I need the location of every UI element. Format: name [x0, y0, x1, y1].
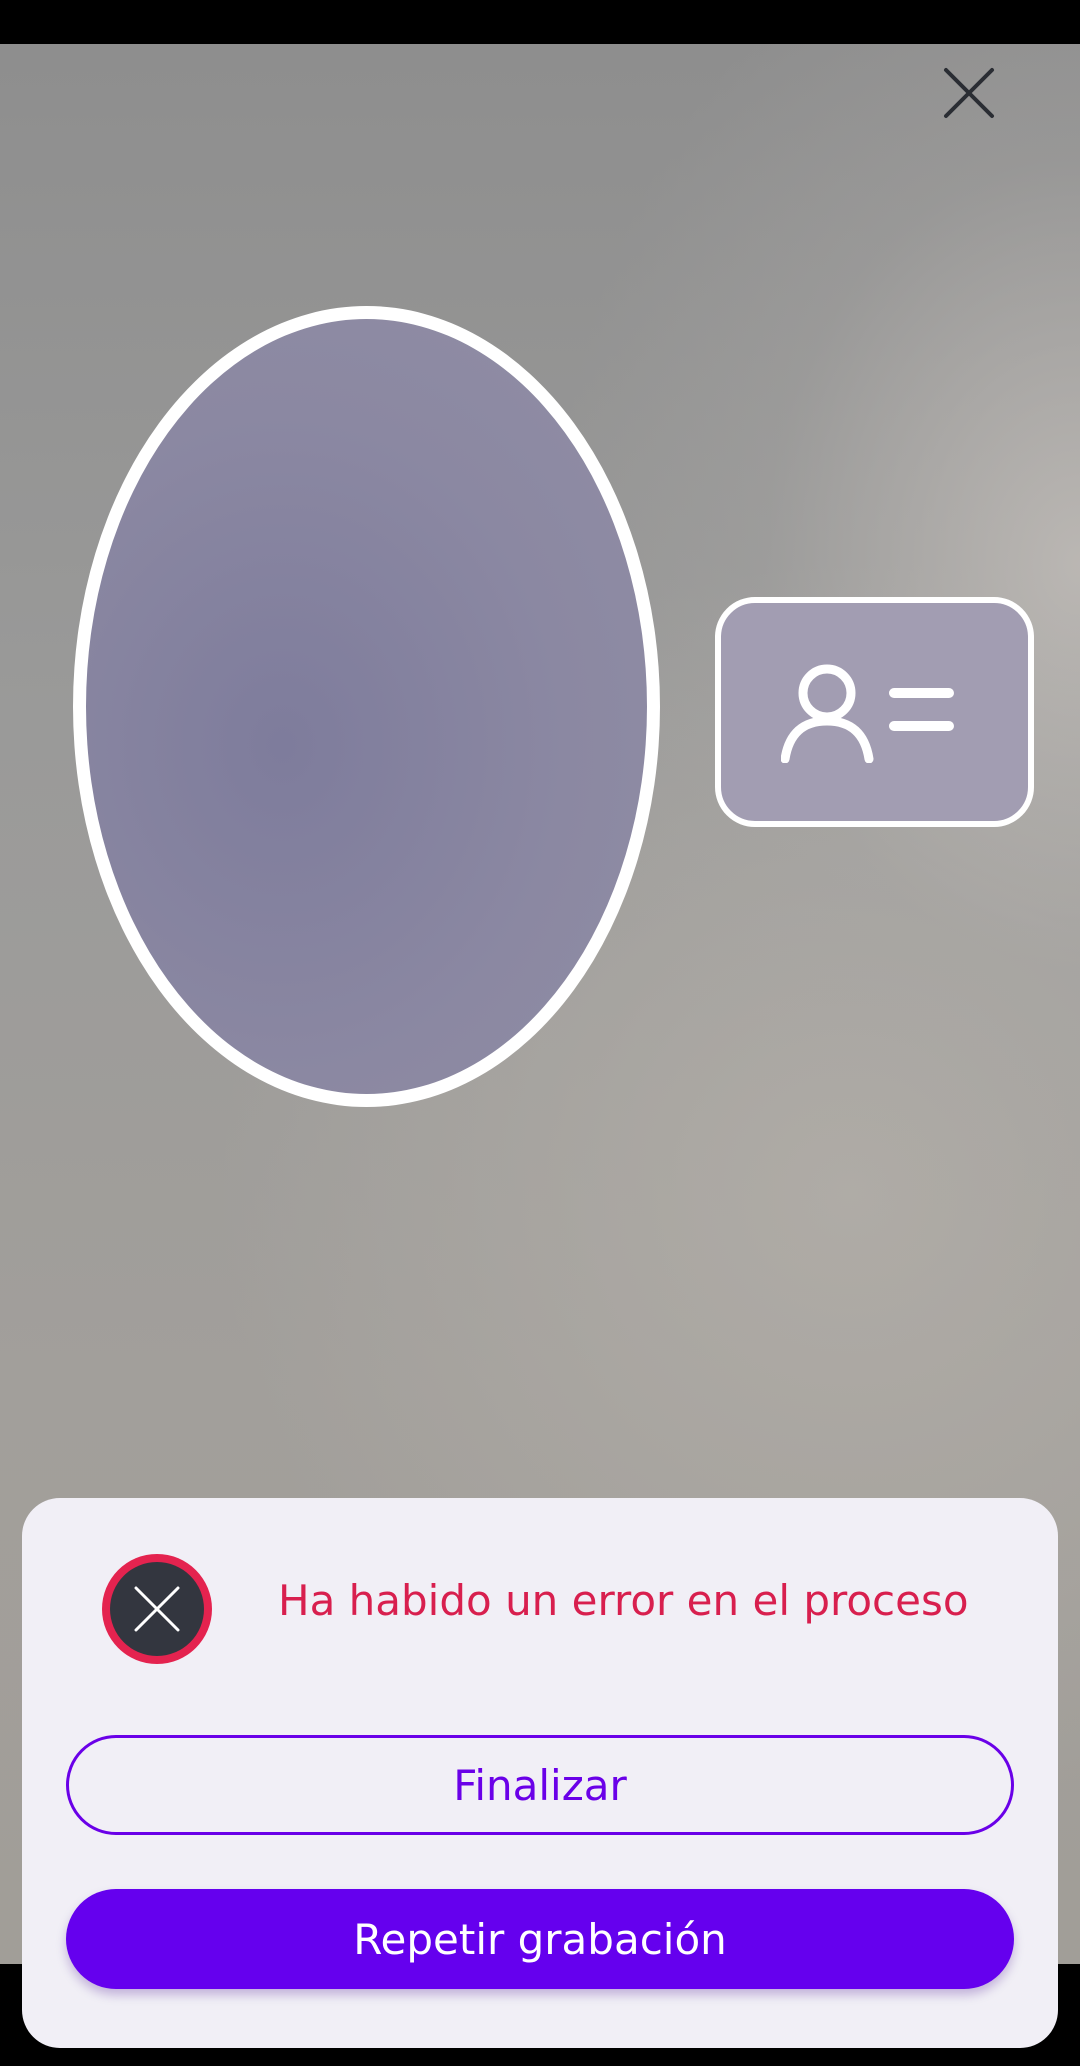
error-x-icon [102, 1554, 212, 1664]
error-message: Ha habido un error en el proceso [278, 1576, 969, 1625]
retry-recording-button[interactable]: Repetir grabación [66, 1889, 1014, 1989]
id-card-icon [781, 664, 954, 763]
status-bar [0, 0, 1080, 44]
close-button[interactable] [936, 60, 1002, 126]
screen: Ha habido un error en el proceso Finaliz… [0, 0, 1080, 2066]
face-oval-guide [73, 306, 660, 1107]
error-bottom-sheet: Ha habido un error en el proceso Finaliz… [22, 1498, 1058, 2048]
error-row: Ha habido un error en el proceso [102, 1554, 1002, 1664]
id-card-indicator [715, 597, 1034, 827]
finish-button[interactable]: Finalizar [66, 1735, 1014, 1835]
close-icon [944, 68, 994, 118]
